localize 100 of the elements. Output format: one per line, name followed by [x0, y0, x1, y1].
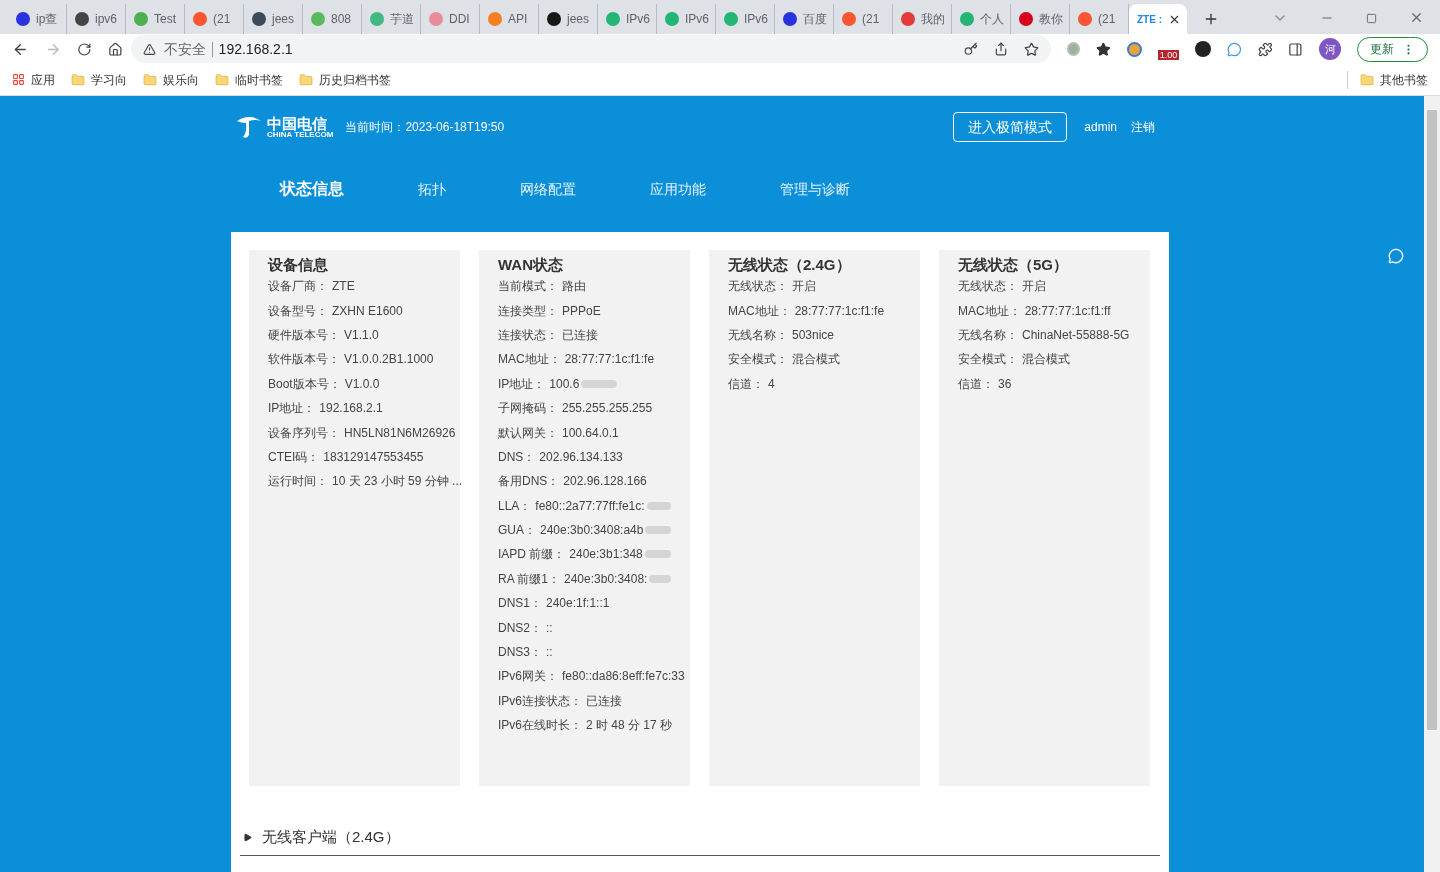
url-text: 192.168.2.1: [218, 39, 293, 59]
field-value: 192.168.2.1: [319, 400, 383, 418]
tab-title: jees: [272, 11, 294, 28]
field-value: 240e:1f:1::1: [546, 595, 610, 613]
share-icon[interactable]: [993, 42, 1008, 56]
field-label: RA 前缀1：: [498, 570, 560, 588]
field-value: 100.6: [549, 375, 580, 393]
tab-title: Test: [154, 11, 176, 28]
card-title: 无线状态（2.4G）: [728, 256, 852, 274]
field-label: 无线名称：: [728, 326, 788, 344]
field-value: 503nice: [792, 326, 835, 344]
tab-title: (21: [213, 11, 231, 28]
warning-icon: [142, 42, 156, 56]
key-icon[interactable]: [963, 42, 978, 56]
field-label: 安全模式：: [728, 351, 788, 369]
field-label: 安全模式：: [958, 351, 1018, 369]
field-label: IPv6网关：: [498, 668, 558, 686]
field-value: 28:77:77:1c:f1:fe: [564, 351, 655, 369]
field-value: ZTE: [332, 278, 355, 296]
field-label: 信道：: [728, 375, 764, 393]
field-label: 运行时间：: [268, 473, 328, 491]
field-label: DNS2：: [498, 619, 542, 637]
card-title: 设备信息: [268, 256, 329, 274]
field-value: V1.1.0: [344, 326, 379, 344]
extension-icon[interactable]: [1195, 41, 1211, 57]
bookmark[interactable]: 其他书签: [1360, 70, 1428, 89]
avatar[interactable]: 河: [1319, 38, 1341, 60]
field-value: V1.0.0.2B1.1000: [344, 351, 434, 369]
current-time: 当前时间：2023-06-18T19:50: [345, 119, 505, 136]
field-label: IPv6在线时长：: [498, 717, 582, 735]
field-label: 设备型号：: [268, 302, 328, 320]
bookmark[interactable]: 历史归档书签: [299, 70, 391, 89]
field-value: V1.0.0: [344, 375, 380, 393]
simple-mode-button[interactable]: 进入极简模式: [953, 112, 1068, 142]
new-tab-icon[interactable]: [1203, 11, 1219, 27]
field-value: 255.255.255.255: [562, 400, 653, 418]
field-value: 4: [768, 375, 775, 393]
bookmark-star-icon[interactable]: [1023, 41, 1039, 57]
field-label: MAC地址：: [728, 302, 791, 320]
field-label: DNS1：: [498, 595, 542, 613]
nav-item[interactable]: 拓扑: [418, 178, 446, 200]
field-value: 100.64.0.1: [562, 424, 619, 442]
field-label: 无线状态：: [958, 278, 1018, 296]
tab-title: ZTE :: [1137, 12, 1162, 27]
field-label: IAPD 前缀：: [498, 546, 566, 564]
folder-icon: [71, 72, 85, 87]
field-value: 202.96.134.133: [539, 448, 623, 466]
side-panel-icon[interactable]: [1288, 41, 1303, 57]
nav-item[interactable]: 管理与诊断: [780, 178, 850, 200]
card-title: 无线状态（5G）: [958, 256, 1069, 274]
field-label: DNS：: [498, 448, 536, 466]
field-value: 183129147553455: [323, 448, 424, 466]
reload-icon[interactable]: [77, 41, 92, 57]
bookmark[interactable]: 娱乐向: [143, 70, 199, 89]
tab-title: IPv6: [744, 11, 768, 28]
field-label: MAC地址：: [958, 302, 1021, 320]
field-label: 子网掩码：: [498, 400, 558, 418]
nav-item[interactable]: 应用功能: [650, 178, 706, 200]
bookmark[interactable]: 应用: [12, 70, 55, 89]
field-value: HN5LN81N6M26926: [344, 424, 456, 442]
field-value: 28:77:77:1c:f1:fe: [794, 302, 885, 320]
tab-title: IPv6: [626, 11, 650, 28]
home-icon[interactable]: [107, 41, 123, 57]
field-value: 240e:3b1:348: [569, 546, 643, 564]
field-value: 202.96.128.166: [563, 473, 647, 491]
field-value: 已连接: [586, 692, 622, 710]
field-label: 连接状态：: [498, 326, 558, 344]
tab-title: (21: [862, 11, 880, 28]
bookmark[interactable]: 临时书签: [215, 70, 283, 89]
field-label: 备用DNS：: [498, 473, 560, 491]
logout-link[interactable]: 注销: [1131, 118, 1155, 136]
bookmark[interactable]: 学习向: [71, 70, 127, 89]
logo-mark-icon: [235, 115, 263, 139]
tab-title: API: [508, 11, 528, 28]
star-icon[interactable]: [1096, 41, 1112, 57]
field-value: ZXHN E1600: [332, 302, 403, 320]
field-value: 已连接: [562, 326, 598, 344]
field-label: DNS3：: [498, 644, 542, 662]
tab-title: 芋道: [390, 11, 414, 28]
field-label: GUA：: [498, 522, 536, 540]
nav-item[interactable]: 网络配置: [520, 178, 576, 200]
nav-item[interactable]: 状态信息: [280, 177, 344, 201]
field-value: 混合模式: [1022, 351, 1070, 369]
tab-title: ip查: [36, 11, 58, 28]
field-label: MAC地址：: [498, 351, 561, 369]
extensions-icon[interactable]: [1257, 41, 1273, 57]
username[interactable]: admin: [1084, 118, 1117, 136]
folder-icon: [215, 72, 229, 87]
field-label: 默认网关：: [498, 424, 558, 442]
tab-title: DDI: [449, 11, 470, 28]
card-title: WAN状态: [498, 256, 564, 274]
browser-tab[interactable]: ZTE :: [1129, 4, 1187, 34]
section-header[interactable]: 无线客户端（2.4G）: [240, 820, 1160, 856]
field-value: ::: [546, 644, 553, 662]
speed-badge[interactable]: 1.00: [1157, 50, 1180, 60]
address-bar[interactable]: 不安全 192.168.2.1: [130, 35, 1051, 63]
tab-title: 个人: [980, 11, 1004, 28]
restore-icon[interactable]: [1366, 13, 1377, 24]
field-value: ::: [546, 619, 553, 637]
chat-icon[interactable]: [1227, 41, 1242, 57]
